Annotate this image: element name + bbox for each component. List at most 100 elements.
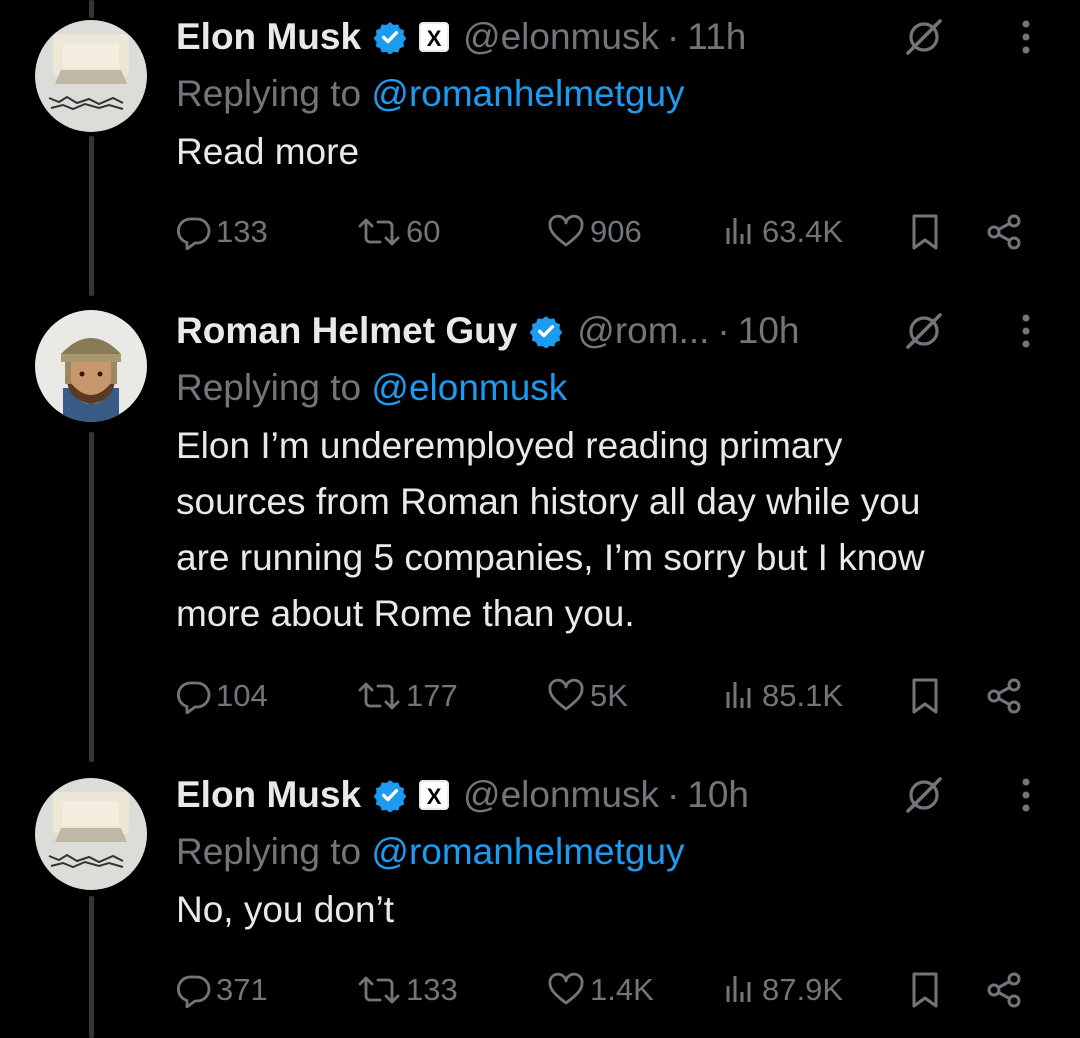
like-icon: [546, 678, 586, 714]
more-options-icon[interactable]: [1020, 312, 1032, 350]
like-count: 5K: [590, 678, 628, 713]
reply-icon: [176, 678, 212, 714]
reply-mention-link[interactable]: @romanhelmetguy: [371, 831, 684, 872]
grok-icon[interactable]: [904, 775, 944, 815]
views-button[interactable]: 63.4K: [722, 202, 843, 262]
reply-icon: [176, 972, 212, 1008]
more-options-icon[interactable]: [1020, 18, 1032, 56]
like-count: 906: [590, 214, 642, 249]
verified-badge-icon: [373, 778, 407, 812]
tweet-text: No, you don’t: [176, 882, 1050, 938]
grok-icon[interactable]: [904, 17, 944, 57]
avatar-elon-musk[interactable]: [35, 20, 147, 132]
tweet-header: Elon Musk X @elonmusk · 10h: [176, 764, 1050, 826]
action-bar: 133 60 906 63.4K: [176, 202, 1050, 262]
view-count: 87.9K: [762, 972, 844, 1007]
separator-dot: ·: [666, 774, 680, 815]
replying-to: Replying to @romanhelmetguy: [176, 68, 1050, 124]
bookmark-button[interactable]: [908, 970, 942, 1015]
share-icon: [984, 972, 1024, 1014]
tweet-text: Elon I’m underemployed reading primary s…: [176, 418, 1050, 642]
repost-count: 133: [406, 972, 458, 1007]
tweet-text-line: are running 5 companies, I’m sorry but I…: [176, 537, 925, 578]
grok-icon[interactable]: [904, 311, 944, 351]
repost-count: 60: [406, 214, 441, 249]
share-button[interactable]: [984, 676, 1024, 721]
like-button[interactable]: 906: [546, 202, 642, 262]
replying-to: Replying to @elonmusk: [176, 362, 1050, 418]
repost-icon: [356, 678, 402, 714]
display-name[interactable]: Elon Musk: [176, 16, 361, 58]
separator-dot: ·: [717, 310, 730, 351]
repost-button[interactable]: 177: [356, 666, 458, 726]
tweet-text-line: No, you don’t: [176, 889, 395, 930]
thread-line-3: [89, 896, 94, 1038]
action-bar: 104 177 5K 85.1K: [176, 666, 1050, 726]
user-handle[interactable]: @elonmusk: [463, 16, 659, 58]
repost-icon: [356, 214, 402, 250]
reply-mention-link[interactable]: @elonmusk: [371, 367, 567, 408]
verified-badge-icon: [529, 314, 563, 348]
bookmark-icon: [908, 972, 942, 1014]
replying-to-label: Replying to: [176, 73, 362, 114]
tweet-text-line: sources from Roman history all day while…: [176, 481, 921, 522]
share-button[interactable]: [984, 970, 1024, 1015]
bookmark-button[interactable]: [908, 676, 942, 721]
repost-button[interactable]: 60: [356, 202, 440, 262]
replying-to-label: Replying to: [176, 831, 362, 872]
like-button[interactable]: 1.4K: [546, 960, 654, 1020]
affiliation-badge-icon: X: [419, 780, 450, 810]
bookmark-icon: [908, 214, 942, 256]
reply-button[interactable]: 133: [176, 202, 268, 262]
views-icon: [722, 972, 758, 1008]
reply-button[interactable]: 104: [176, 666, 268, 726]
repost-icon: [356, 972, 402, 1008]
action-bar: 371 133 1.4K 87.9K: [176, 960, 1050, 1020]
like-count: 1.4K: [590, 972, 654, 1007]
reply-count: 133: [216, 214, 268, 249]
user-handle[interactable]: @elonmusk: [463, 774, 659, 816]
tweet-header: Elon Musk X @elonmusk · 11h: [176, 6, 1050, 68]
share-button[interactable]: [984, 212, 1024, 257]
like-icon: [546, 972, 586, 1008]
display-name[interactable]: Roman Helmet Guy: [176, 310, 517, 352]
tweet-text-line: Read more: [176, 131, 360, 172]
timestamp[interactable]: 10h: [738, 310, 800, 352]
reply-count: 104: [216, 678, 268, 713]
tweet-text-line: more about Rome than you.: [176, 593, 635, 634]
tweet-header: Roman Helmet Guy @rom... · 10h: [176, 300, 1050, 362]
bookmark-icon: [908, 678, 942, 720]
reply-icon: [176, 214, 212, 250]
share-icon: [984, 678, 1024, 720]
display-name[interactable]: Elon Musk: [176, 774, 361, 816]
reply-button[interactable]: 371: [176, 960, 268, 1020]
replying-to-label: Replying to: [176, 367, 362, 408]
share-icon: [984, 214, 1024, 256]
avatar-elon-musk[interactable]: [35, 778, 147, 890]
replying-to: Replying to @romanhelmetguy: [176, 826, 1050, 882]
views-button[interactable]: 85.1K: [722, 666, 843, 726]
user-handle[interactable]: @rom...: [577, 310, 709, 352]
views-button[interactable]: 87.9K: [722, 960, 843, 1020]
tweet-text: Read more: [176, 124, 1050, 180]
timestamp[interactable]: 11h: [687, 16, 746, 58]
affiliation-badge-icon: X: [419, 22, 450, 52]
reply-mention-link[interactable]: @romanhelmetguy: [371, 73, 684, 114]
like-button[interactable]: 5K: [546, 666, 628, 726]
views-icon: [722, 214, 758, 250]
thread-line-2: [89, 432, 94, 762]
repost-button[interactable]: 133: [356, 960, 458, 1020]
view-count: 63.4K: [762, 214, 844, 249]
separator-dot: ·: [666, 16, 680, 57]
more-options-icon[interactable]: [1020, 776, 1032, 814]
verified-badge-icon: [373, 20, 407, 54]
reply-count: 371: [216, 972, 268, 1007]
avatar-roman-helmet-guy[interactable]: [35, 310, 147, 422]
thread-line-top: [89, 0, 94, 18]
bookmark-button[interactable]: [908, 212, 942, 257]
like-icon: [546, 214, 586, 250]
views-icon: [722, 678, 758, 714]
timestamp[interactable]: 10h: [687, 774, 749, 816]
thread-line-1: [89, 136, 94, 296]
tweet-text-line: Elon I’m underemployed reading primary: [176, 425, 843, 466]
